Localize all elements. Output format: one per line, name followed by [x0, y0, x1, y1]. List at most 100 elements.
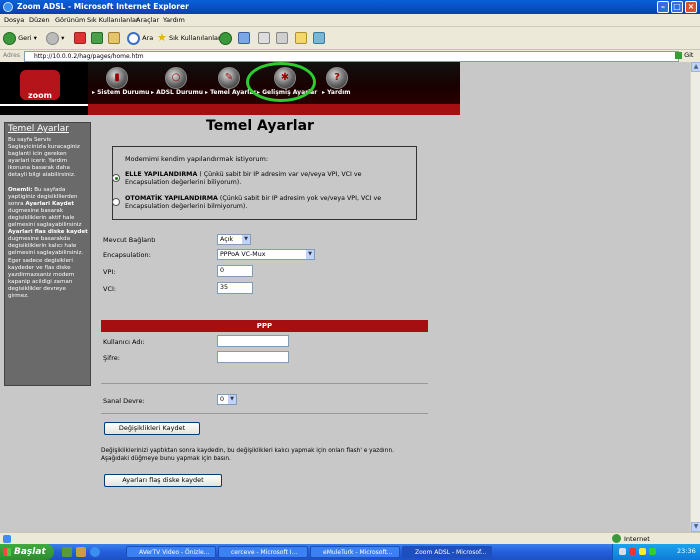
- go-button[interactable]: Git: [675, 51, 693, 59]
- nav-adsl-status[interactable]: ▸ ADSL Durumu: [151, 89, 203, 96]
- star-icon: ★: [157, 31, 167, 44]
- menu-bar: Dosya Düzen Görünüm Sık Kullanılanlar Ar…: [0, 14, 700, 27]
- start-button[interactable]: Başlat: [0, 544, 54, 560]
- menu-item-file[interactable]: Dosya: [4, 16, 24, 24]
- discuss-icon[interactable]: [295, 32, 307, 44]
- tray-icon[interactable]: [629, 548, 636, 555]
- auto-config-label: OTOMATİK YAPILANDIRMA (Çünkü sabit bir I…: [125, 195, 382, 210]
- config-intro: Modemimi kendim yapılandırmak istiyorum:: [125, 155, 269, 163]
- connection-label: Mevcut Bağlantı: [103, 236, 156, 244]
- divider: [101, 383, 428, 384]
- quicklaunch-icon[interactable]: [90, 547, 100, 557]
- chevron-down-icon: ▼: [228, 395, 236, 404]
- encapsulation-label: Encapsulation:: [103, 251, 151, 259]
- nav-icon-adsl-status[interactable]: ○: [165, 67, 187, 89]
- divider: [101, 413, 428, 414]
- mail-icon[interactable]: [238, 32, 250, 44]
- window-title: Zoom ADSL - Microsoft Internet Explorer: [17, 2, 189, 11]
- browser-toolbar: Geri ▾ ▾ Ara ★ Sık Kullanılanlar: [0, 27, 700, 50]
- task-cerceve[interactable]: cerceve - Microsoft I...: [218, 546, 308, 558]
- clock: 23:36: [677, 547, 696, 555]
- zoom-logo-text: zoom: [28, 91, 52, 100]
- address-input[interactable]: http://10.0.0.2/hag/pages/home.htm: [24, 51, 679, 62]
- sidebar-text: Bu sayfa Servis Saglayicinizla kuracagin…: [8, 137, 88, 299]
- radio-manual-config[interactable]: [112, 174, 120, 182]
- favorites-button[interactable]: ★ Sık Kullanılanlar: [157, 30, 221, 46]
- virtual-circuit-select[interactable]: 0 ▼: [217, 394, 237, 405]
- home-icon[interactable]: [108, 32, 120, 44]
- vci-input[interactable]: 35: [217, 282, 253, 294]
- page-content: zoom ▮ ▸ Sistem Durumu ○ ▸ ADSL Durumu ✎…: [0, 62, 690, 532]
- flash-note: Değişikliklerinizi yaptıktan sonra kayde…: [101, 448, 394, 462]
- search-button[interactable]: Ara: [127, 30, 153, 46]
- forward-button[interactable]: ▾: [46, 30, 64, 46]
- vpi-input[interactable]: 0: [217, 265, 253, 277]
- tray-icon[interactable]: [639, 548, 646, 555]
- menu-item-edit[interactable]: Düzen: [29, 16, 50, 24]
- page-done-icon: [3, 535, 11, 543]
- connection-select[interactable]: Açık ▼: [217, 234, 251, 245]
- forward-arrow-icon: [46, 31, 59, 45]
- windows-logo-icon: [3, 548, 11, 556]
- back-arrow-icon: [3, 31, 16, 45]
- menu-item-help[interactable]: Yardım: [163, 16, 185, 24]
- password-label: Şifre:: [103, 354, 120, 362]
- chevron-down-icon: ▼: [242, 235, 250, 244]
- address-url: http://10.0.0.2/hag/pages/home.htm: [34, 53, 144, 60]
- menu-item-favorites[interactable]: Sık Kullanılanlar: [87, 16, 139, 24]
- vertical-scrollbar[interactable]: ▲ ▼: [690, 62, 700, 532]
- security-zone: Internet: [624, 535, 650, 543]
- minimize-icon[interactable]: –: [657, 1, 669, 13]
- go-arrow-icon: [675, 51, 682, 59]
- vci-label: VCI:: [103, 285, 117, 293]
- menu-item-view[interactable]: Görünüm: [55, 16, 85, 24]
- virtual-circuit-label: Sanal Devre:: [103, 397, 145, 405]
- task-emule[interactable]: eMuleTurk - Microsoft...: [310, 546, 400, 558]
- search-icon: [127, 31, 140, 45]
- window-title-bar[interactable]: Zoom ADSL - Microsoft Internet Explorer …: [0, 0, 700, 14]
- username-label: Kullanıcı Adı:: [103, 338, 145, 346]
- print-icon[interactable]: [258, 32, 270, 44]
- nav-icon-help[interactable]: ?: [326, 67, 348, 89]
- back-button[interactable]: Geri ▾: [3, 30, 37, 46]
- refresh-icon[interactable]: [91, 32, 103, 44]
- save-changes-button[interactable]: Değişiklikleri Kaydet: [104, 422, 200, 435]
- close-icon[interactable]: ×: [685, 1, 697, 13]
- tray-icon[interactable]: [619, 548, 626, 555]
- ie-logo-icon: [3, 2, 13, 12]
- manual-config-label: ELLE YAPILANDIRMA ( Çünkü sabit bir IP a…: [125, 171, 362, 186]
- page-title: Temel Ayarlar: [206, 118, 314, 134]
- scroll-down-icon[interactable]: ▼: [691, 522, 700, 532]
- vpi-label: VPI:: [103, 268, 116, 276]
- config-mode-box: Modemimi kendim yapılandırmak istiyorum:…: [112, 146, 417, 220]
- internet-zone-icon: [612, 534, 621, 543]
- header-red-stripe: [88, 104, 460, 115]
- scroll-up-icon[interactable]: ▲: [691, 62, 700, 72]
- chevron-down-icon: ▼: [306, 250, 314, 259]
- nav-icon-basic-settings[interactable]: ✎: [218, 67, 240, 89]
- task-zoom-adsl[interactable]: Zoom ADSL - Microsof...: [402, 546, 492, 558]
- password-input[interactable]: [217, 351, 289, 363]
- edit-icon[interactable]: [276, 32, 288, 44]
- encapsulation-select[interactable]: PPPoA VC-Mux ▼: [217, 249, 315, 260]
- menu-item-tools[interactable]: Araçlar: [136, 16, 159, 24]
- save-to-flash-button[interactable]: Ayarları flaş diske kaydet: [104, 474, 222, 487]
- taskbar: Başlat AVerTV Video - Önizle... cerceve …: [0, 544, 700, 560]
- quicklaunch-icon[interactable]: [76, 547, 86, 557]
- maximize-icon[interactable]: □: [671, 1, 683, 13]
- history-icon[interactable]: [219, 32, 232, 45]
- messenger-icon[interactable]: [313, 32, 325, 44]
- address-label: Adres: [3, 52, 20, 59]
- username-input[interactable]: [217, 335, 289, 347]
- quicklaunch-icon[interactable]: [62, 547, 72, 557]
- nav-icon-system-status[interactable]: ▮: [106, 67, 128, 89]
- stop-icon[interactable]: [74, 32, 86, 44]
- tray-icon[interactable]: [649, 548, 656, 555]
- task-avertv[interactable]: AVerTV Video - Önizle...: [126, 546, 216, 558]
- radio-auto-config[interactable]: [112, 198, 120, 206]
- nav-help[interactable]: ▸ Yardım: [322, 89, 351, 96]
- ppp-section-header: PPP: [101, 320, 428, 332]
- nav-system-status[interactable]: ▸ Sistem Durumu: [92, 89, 149, 96]
- highlight-ring: [246, 62, 316, 102]
- sidebar-title[interactable]: Temel Ayarlar: [8, 124, 69, 134]
